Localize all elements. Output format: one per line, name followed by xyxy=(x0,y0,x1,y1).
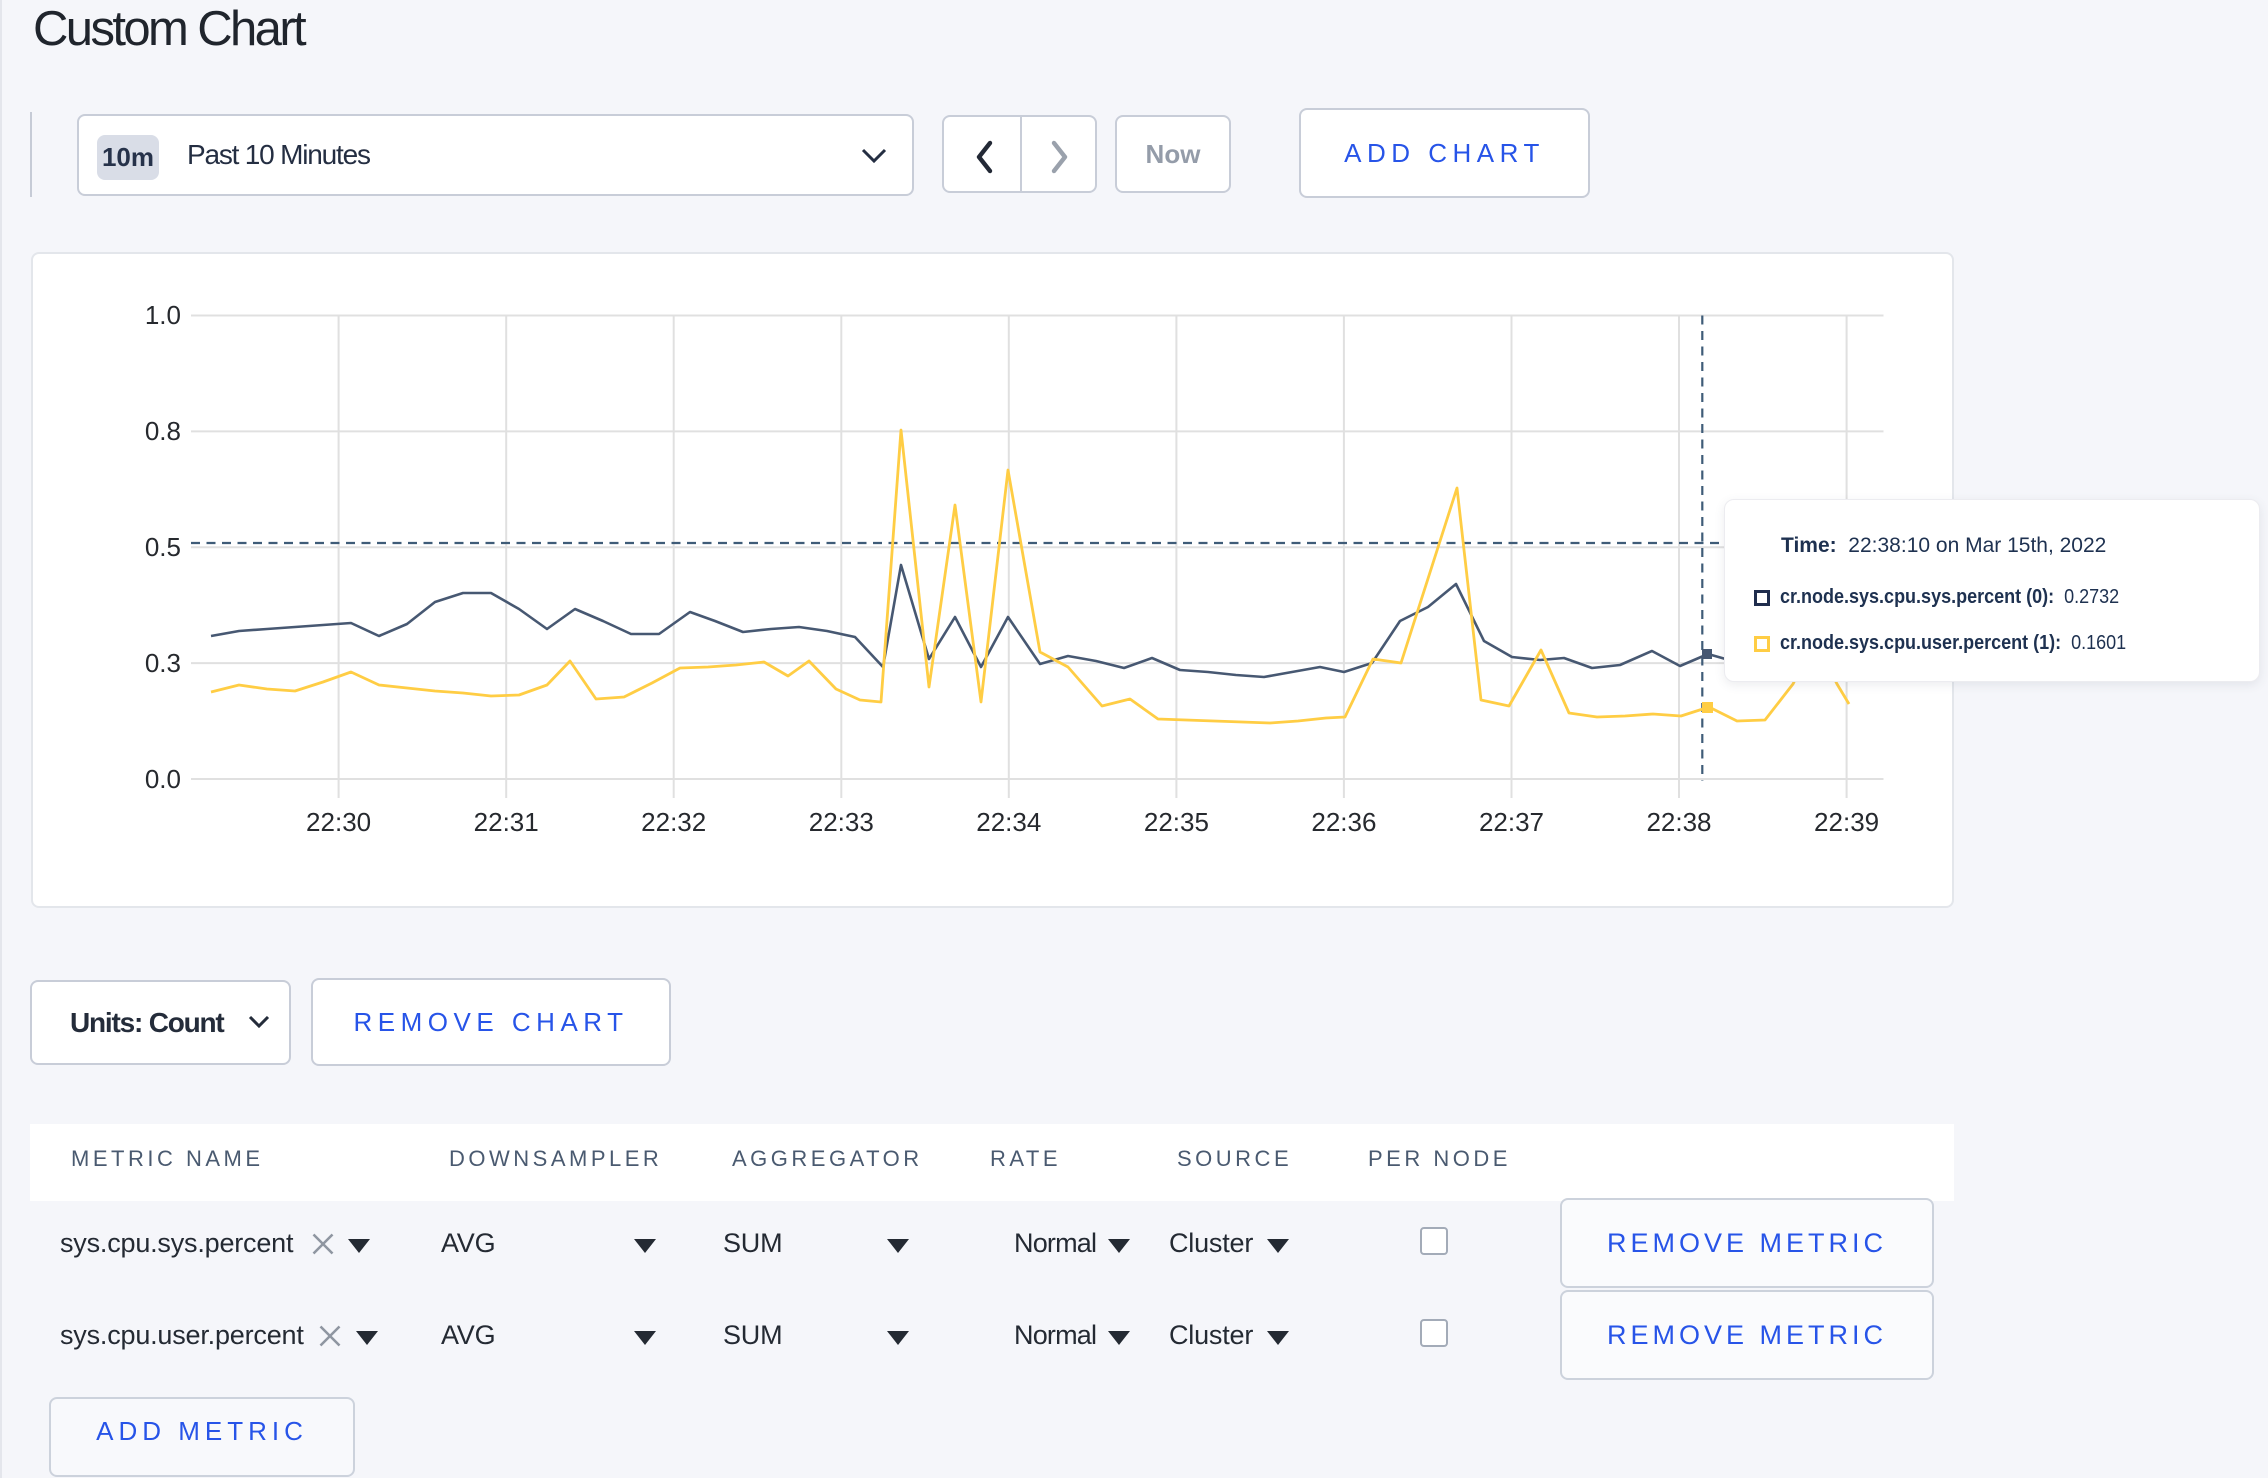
svg-text:0.5: 0.5 xyxy=(145,532,181,562)
svg-text:0.8: 0.8 xyxy=(145,416,181,446)
svg-text:22:35: 22:35 xyxy=(1144,807,1209,837)
svg-text:22:38: 22:38 xyxy=(1646,807,1711,837)
svg-text:22:31: 22:31 xyxy=(474,807,539,837)
svg-text:1.0: 1.0 xyxy=(145,300,181,330)
svg-text:22:36: 22:36 xyxy=(1311,807,1376,837)
svg-text:22:39: 22:39 xyxy=(1814,807,1879,837)
svg-text:22:33: 22:33 xyxy=(809,807,874,837)
svg-text:0.3: 0.3 xyxy=(145,648,181,678)
svg-text:22:37: 22:37 xyxy=(1479,807,1544,837)
svg-text:22:32: 22:32 xyxy=(641,807,706,837)
svg-text:0.0: 0.0 xyxy=(145,764,181,794)
svg-text:22:30: 22:30 xyxy=(306,807,371,837)
svg-text:22:34: 22:34 xyxy=(976,807,1041,837)
